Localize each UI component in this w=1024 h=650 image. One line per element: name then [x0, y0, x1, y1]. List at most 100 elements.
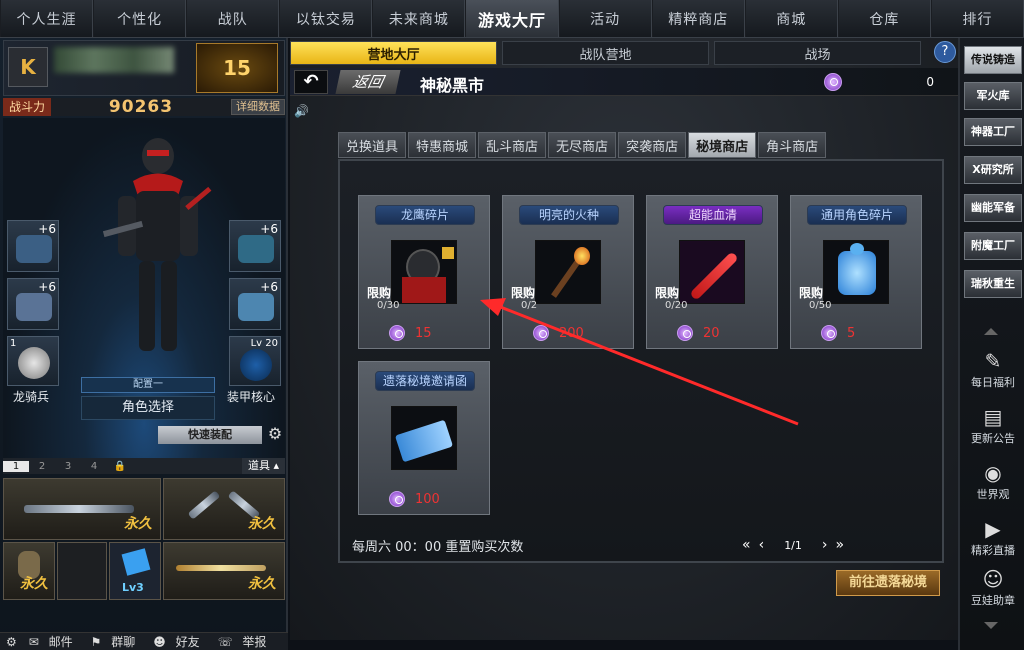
boot-slot[interactable]: +6	[229, 278, 281, 330]
pet-slot[interactable]: 1	[7, 336, 59, 386]
nav-tab-essence-shop[interactable]: 精粹商店	[651, 0, 745, 37]
prev-page-icon[interactable]: ‹	[759, 537, 765, 553]
page-title: 神秘黑市	[420, 76, 485, 95]
lock-icon: 🔒	[113, 460, 127, 472]
sidebar-phantom-armament[interactable]: 幽能军备	[964, 194, 1022, 222]
card-name: 龙鹰碎片	[375, 205, 475, 225]
mail-button[interactable]: ✉ 邮件	[23, 633, 85, 650]
armor-icon	[16, 235, 52, 263]
purple-coin-icon	[824, 73, 842, 91]
melee-weapon-slot[interactable]: 永久	[163, 542, 285, 600]
last-page-icon[interactable]: »	[836, 537, 845, 553]
shop-card[interactable]: 龙鹰碎片 限购 0/30 15	[358, 195, 490, 349]
dragoon-icon	[18, 347, 50, 379]
shoptab-arena[interactable]: 角斗商店	[758, 132, 827, 158]
loadout-tab-3[interactable]: 3	[55, 461, 81, 472]
shop-card[interactable]: 明亮的火种 限购 0/2 200	[502, 195, 634, 349]
nav-tab-clan[interactable]: 战队	[186, 0, 280, 37]
sidebar-rachel-reborn[interactable]: 瑞秋重生	[964, 270, 1022, 298]
boot-icon	[238, 293, 274, 321]
pet-label: 龙骑兵	[13, 390, 50, 404]
help-icon[interactable]: ?	[934, 41, 956, 63]
helmet-slot[interactable]: +6	[229, 220, 281, 272]
secondary-weapon-slot[interactable]: 永久	[163, 478, 285, 540]
purple-coin-icon	[677, 325, 693, 341]
sidebar-armory[interactable]: 军火库	[964, 82, 1022, 110]
daily-reward-button[interactable]: ✎ 每日福利	[964, 344, 1022, 400]
limit-count: 0/20	[665, 300, 688, 311]
detail-data-button[interactable]: 详细数据	[231, 99, 285, 115]
subtab-camp-lobby[interactable]: 营地大厅	[290, 41, 497, 65]
nav-tab-game-lobby[interactable]: 游戏大厅	[465, 0, 559, 37]
power-row: 战斗力 90263 详细数据	[3, 97, 285, 117]
bag-label: 道具	[247, 459, 270, 472]
sub-tabs: 营地大厅 战队营地 战场 ?	[290, 41, 958, 65]
shop-card[interactable]: 通用角色碎片 限购 0/50 5	[790, 195, 922, 349]
shoptab-endless[interactable]: 无尽商店	[548, 132, 617, 158]
nav-tab-career[interactable]: 个人生涯	[0, 0, 94, 37]
price-bar: 100	[389, 489, 461, 509]
scroll-up-icon[interactable]	[984, 328, 998, 335]
nav-tab-ranking[interactable]: 排行	[930, 0, 1024, 37]
top-nav: 个人生涯 个性化 战队 以钛交易 未来商城 游戏大厅 活动 精粹商店 商城 仓库…	[0, 0, 1024, 38]
price-bar: 200	[533, 323, 605, 343]
nav-tab-events[interactable]: 活动	[558, 0, 652, 37]
subtab-battlefield[interactable]: 战场	[714, 41, 921, 65]
core-slot[interactable]: Lv 20	[229, 336, 281, 386]
shoptab-raid[interactable]: 突袭商店	[618, 132, 687, 158]
card-slot[interactable]: Lv3	[109, 542, 161, 600]
role-select-button[interactable]: 角色选择	[81, 396, 215, 420]
shoptab-secret-realm[interactable]: 秘境商店	[688, 132, 757, 158]
sidebar-legend-forge[interactable]: 传说铸造	[964, 46, 1022, 74]
card-name: 通用角色碎片	[807, 205, 907, 225]
friends-button[interactable]: ☻ 好友	[147, 633, 211, 650]
back-arrow-icon[interactable]: ↶	[294, 70, 328, 94]
limit-label: 限购	[799, 286, 824, 300]
nav-tab-mall[interactable]: 商城	[744, 0, 838, 37]
loadout-tab-4[interactable]: 4	[81, 461, 107, 472]
primary-weapon-slot[interactable]: 永久	[3, 478, 161, 540]
sidebar-artifact-factory[interactable]: 神器工厂	[964, 118, 1022, 146]
player-emblem-icon[interactable]: K	[8, 47, 48, 87]
rank-badge[interactable]: 15	[196, 43, 278, 93]
config-selector[interactable]: 配置一	[81, 377, 215, 393]
armor-slot[interactable]: +6	[7, 220, 59, 272]
shop-card[interactable]: 遗落秘境邀请函 100	[358, 361, 490, 515]
quick-equip-button[interactable]: 快速装配	[158, 426, 262, 444]
loadout-tab-2[interactable]: 2	[29, 461, 55, 472]
nav-tab-future-mall[interactable]: 未来商城	[372, 0, 466, 37]
shoptab-exchange[interactable]: 兑换道具	[338, 132, 407, 158]
sidebar-enchant-factory[interactable]: 附魔工厂	[964, 232, 1022, 260]
report-button[interactable]: ☏ 举报	[212, 633, 279, 650]
currency-display: 0	[824, 72, 934, 92]
nav-tab-personalize[interactable]: 个性化	[93, 0, 187, 37]
loadout-tab-1[interactable]: 1	[3, 460, 29, 472]
group-chat-button[interactable]: ⚑ 群聊	[85, 633, 148, 650]
subtab-clan-camp[interactable]: 战队营地	[502, 41, 709, 65]
first-page-icon[interactable]: «	[742, 537, 751, 553]
nav-tab-trade[interactable]: 以钛交易	[279, 0, 373, 37]
doll-badge-button[interactable]: ☺ 豆娃助章	[964, 562, 1022, 618]
grenade-slot[interactable]: 永久	[3, 542, 55, 600]
settings-gear-icon[interactable]: ⚙	[265, 424, 285, 444]
go-secret-realm-button[interactable]: 前往遗落秘境	[836, 570, 940, 596]
settings-icon[interactable]: ⚙	[0, 635, 23, 649]
live-stream-button[interactable]: ▶ 精彩直播	[964, 512, 1022, 568]
announcement-button[interactable]: ▤ 更新公告	[964, 400, 1022, 456]
dual-pistol-icon	[187, 490, 221, 520]
nav-tab-warehouse[interactable]: 仓库	[837, 0, 931, 37]
empty-slot[interactable]	[57, 542, 107, 600]
next-page-icon[interactable]: ›	[822, 537, 828, 553]
items-bag-button[interactable]: 道具 ▴	[241, 458, 285, 474]
shoptab-discount[interactable]: 特惠商城	[408, 132, 477, 158]
shoptab-brawl[interactable]: 乱斗商店	[478, 132, 547, 158]
rifle-icon	[24, 505, 134, 513]
sound-icon[interactable]: 🔊	[294, 104, 310, 120]
torch-icon	[535, 240, 601, 304]
back-button[interactable]: 返回	[335, 70, 401, 94]
scroll-down-icon[interactable]	[984, 622, 998, 629]
worldview-button[interactable]: ◉ 世界观	[964, 456, 1022, 512]
sidebar-x-lab[interactable]: X研究所	[964, 156, 1022, 184]
glove-slot[interactable]: +6	[7, 278, 59, 330]
shop-card[interactable]: 超能血清 限购 0/20 20	[646, 195, 778, 349]
